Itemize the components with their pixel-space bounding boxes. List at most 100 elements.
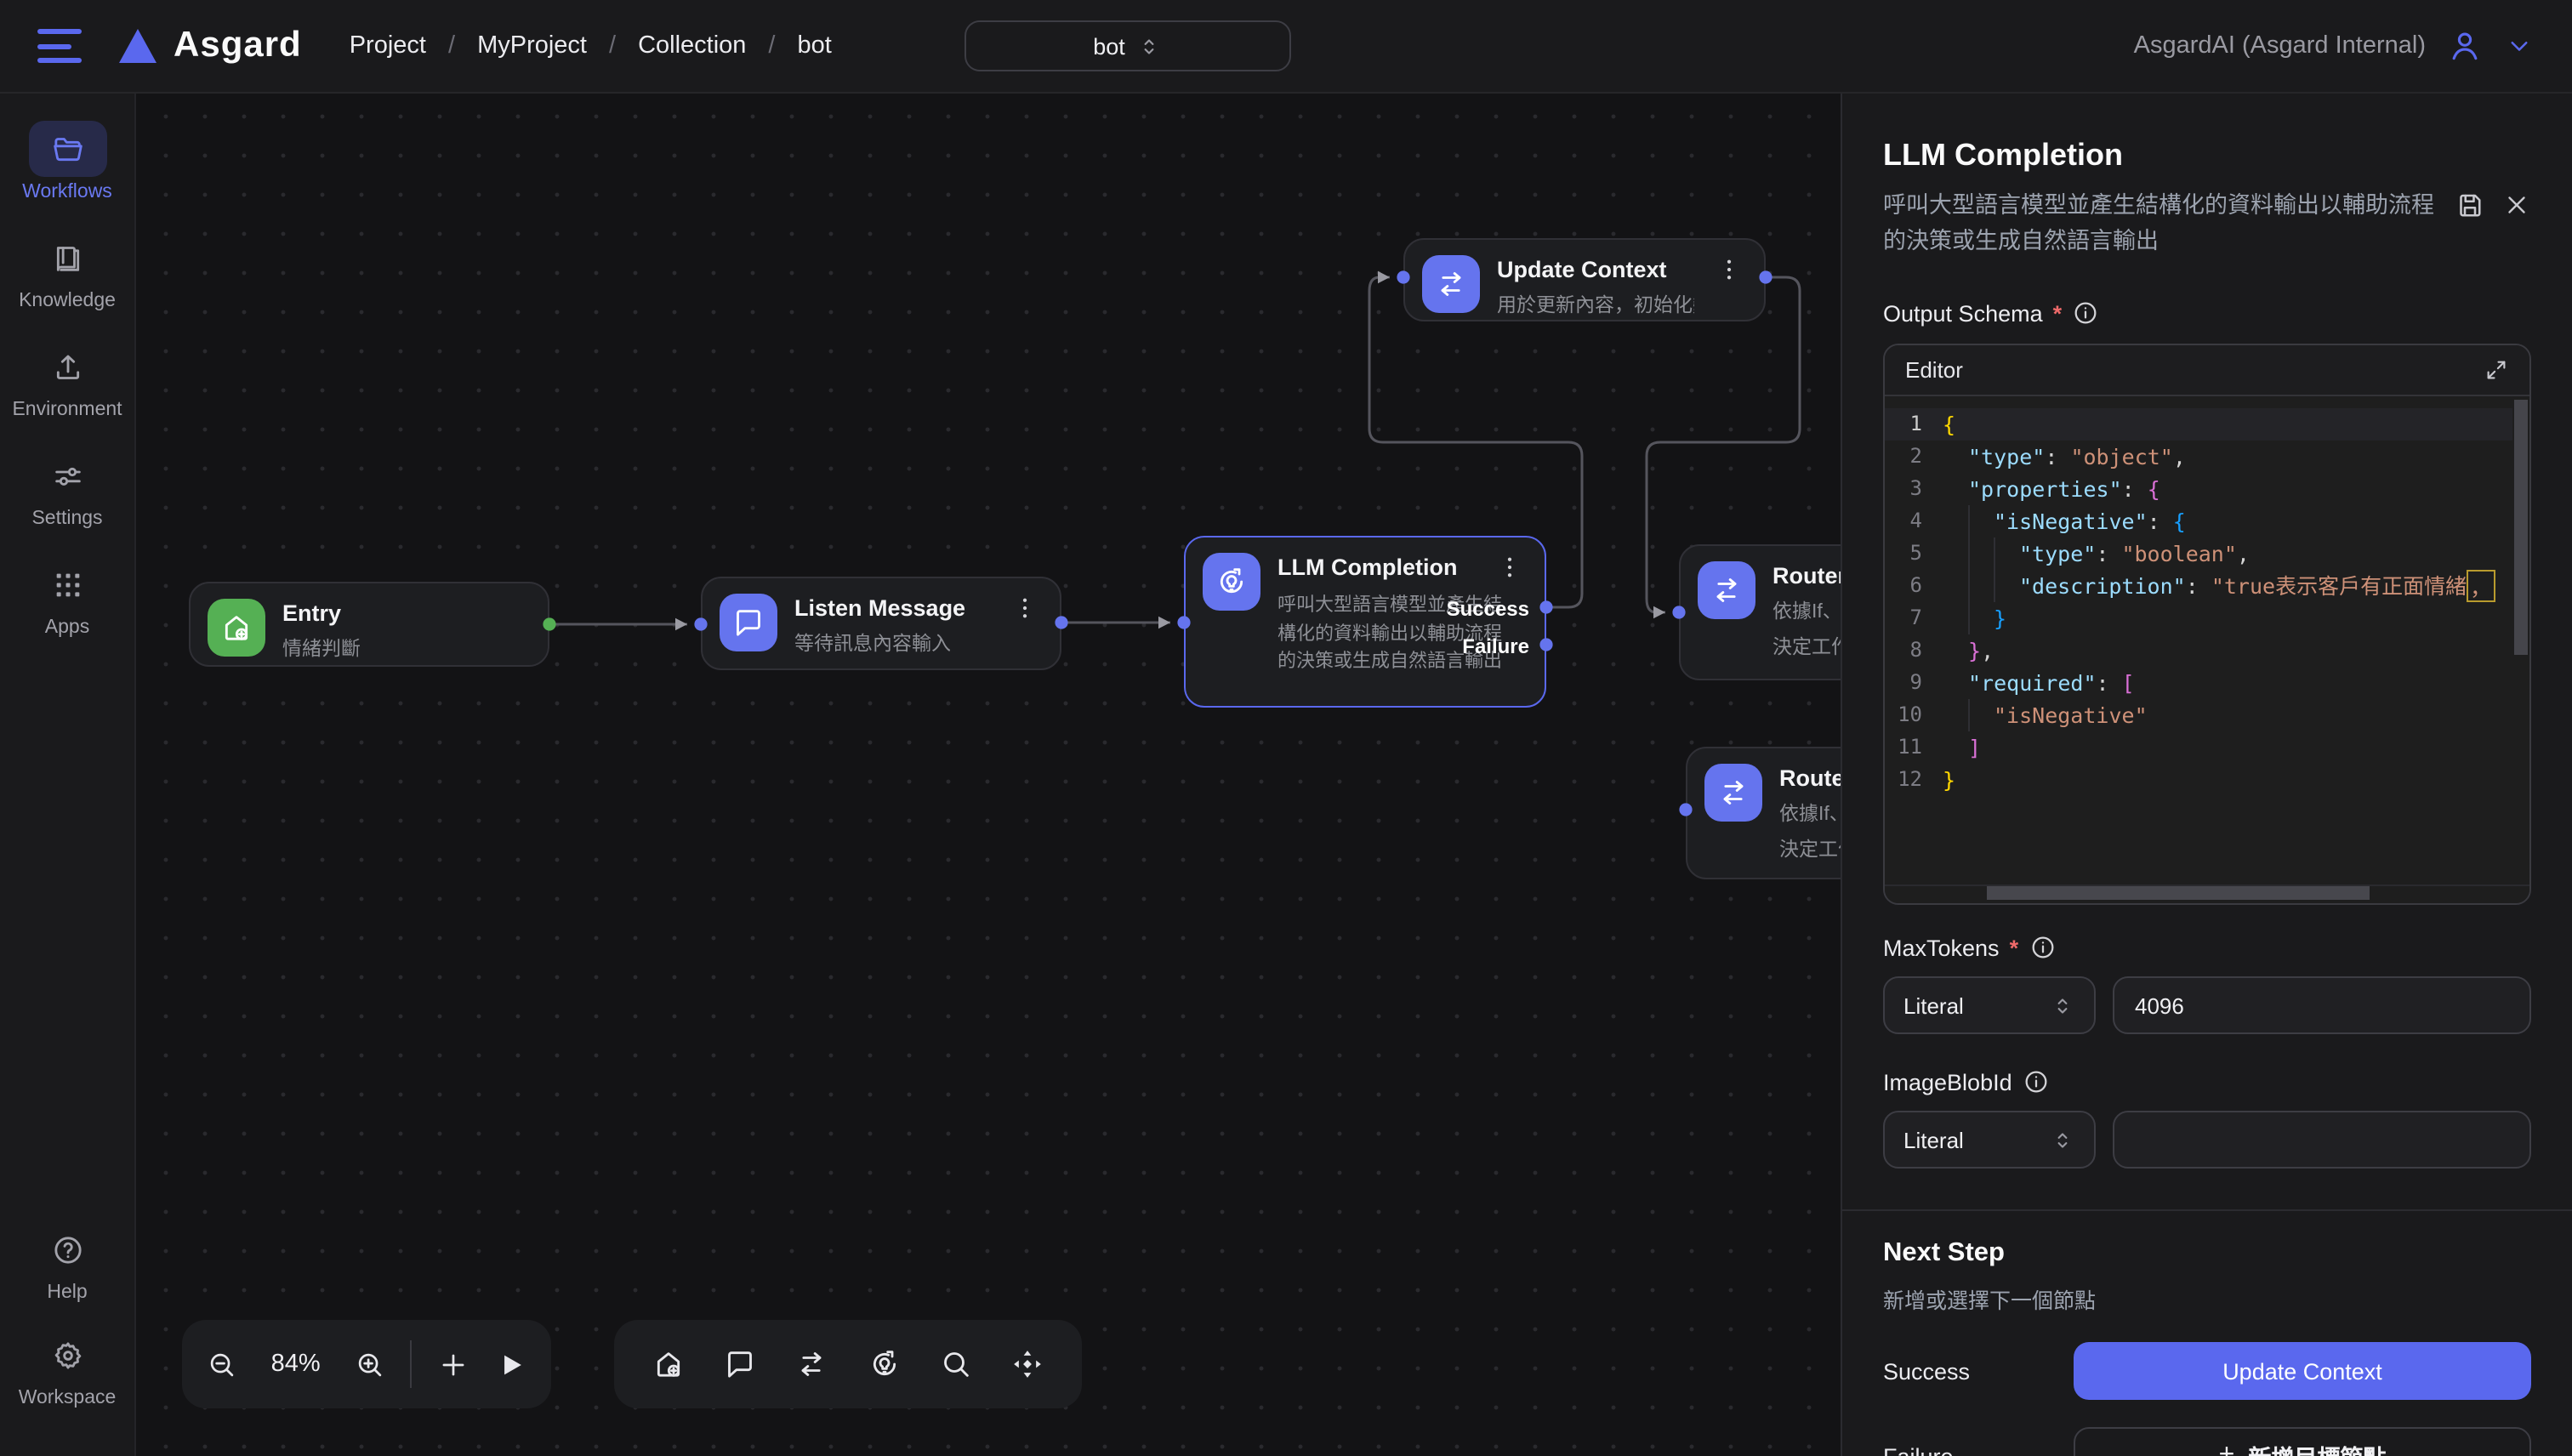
node-update-context[interactable]: Update Context 用於更新內容，初始化變數 (1403, 238, 1766, 321)
zoom-out-button[interactable] (206, 1348, 238, 1380)
next-step-title: Next Step (1883, 1238, 2531, 1269)
next-step-subtitle: 新增或選擇下一個節點 (1883, 1283, 2531, 1315)
line-number: 2 (1885, 441, 1943, 473)
node-title: Listen Message (794, 595, 990, 621)
node-listen-message[interactable]: Listen Message等待訊息內容輸入 (701, 577, 1061, 670)
code-line[interactable]: 1{ (1885, 408, 2512, 441)
code-line[interactable]: 11] (1885, 731, 2512, 764)
sidebar-item-apps[interactable]: Apps (12, 556, 122, 638)
add-button[interactable] (437, 1348, 469, 1380)
output-port-label-failure[interactable]: Failure (1462, 634, 1529, 658)
expand-icon[interactable] (2484, 357, 2509, 383)
sidebar-item-knowledge[interactable]: Knowledge (12, 230, 122, 311)
kebab-menu-icon[interactable] (1711, 255, 1747, 284)
code-line[interactable]: 2"type": "object", (1885, 441, 2512, 473)
sidebar-item-settings[interactable]: Settings (12, 447, 122, 529)
image-blob-id-label: ImageBlobId (1883, 1068, 2531, 1095)
breadcrumb-item-project[interactable]: Project (350, 32, 426, 60)
breadcrumb-item-collection[interactable]: Collection (638, 32, 746, 60)
top-navbar: Asgard Project/MyProject/Collection/bot … (0, 0, 2572, 94)
zoom-level: 84% (264, 1351, 328, 1378)
toolbar-chat-icon[interactable] (723, 1347, 757, 1381)
sidebar-item-label: Apps (45, 617, 89, 638)
code-line[interactable]: 6"description": "true表示客戶有正面情緒， (1885, 570, 2512, 602)
toolbar-home-plus-icon[interactable] (652, 1347, 686, 1381)
kebab-menu-icon[interactable] (1007, 594, 1043, 623)
code-line[interactable]: 4"isNegative": { (1885, 505, 2512, 537)
add-failure-target-button[interactable]: + 新增目標節點 (2074, 1427, 2531, 1456)
account-label: AsgardAI (Asgard Internal) (2134, 32, 2426, 60)
sidebar-item-environment[interactable]: Environment (12, 338, 122, 420)
info-icon[interactable] (2029, 934, 2056, 961)
folder-icon (28, 121, 106, 177)
info-icon[interactable] (2072, 299, 2099, 327)
line-number: 12 (1885, 764, 1943, 796)
image-blob-id-input[interactable] (2113, 1111, 2531, 1169)
toolbar-swap-icon[interactable] (795, 1347, 829, 1381)
line-number: 3 (1885, 473, 1943, 505)
line-number: 5 (1885, 537, 1943, 570)
line-number: 9 (1885, 667, 1943, 699)
sidebar-item-help[interactable]: Help (28, 1221, 106, 1303)
sidebar-item-workflows[interactable]: Workflows (12, 121, 122, 202)
zoom-in-button[interactable] (353, 1348, 385, 1380)
workflow-selector[interactable]: bot (964, 20, 1291, 71)
code-line[interactable]: 3"properties": { (1885, 473, 2512, 505)
node-title: Entry (282, 600, 531, 626)
max-tokens-input[interactable] (2113, 976, 2531, 1034)
breadcrumb-item-bot[interactable]: bot (797, 32, 831, 60)
editor-vertical-scrollbar[interactable] (2514, 400, 2528, 655)
plus-icon: + (2219, 1441, 2235, 1456)
toolbar-search-icon[interactable] (939, 1347, 973, 1381)
sliders-icon (28, 447, 106, 503)
menu-icon[interactable] (37, 29, 82, 63)
user-icon[interactable] (2446, 27, 2484, 65)
sidebar-item-label: Help (47, 1283, 87, 1303)
sidebar-item-label: Workspace (19, 1388, 117, 1408)
schema-editor[interactable]: Editor 1{2"type": "object",3"properties"… (1883, 344, 2531, 905)
toolbar-llm-icon[interactable] (867, 1347, 901, 1381)
code-line[interactable]: 10"isNegative" (1885, 699, 2512, 731)
toolbar-move-icon[interactable] (1010, 1347, 1044, 1381)
workflow-selector-value: bot (1093, 33, 1125, 59)
code-line[interactable]: 12} (1885, 764, 2512, 796)
section-divider (1842, 1209, 2572, 1211)
save-icon[interactable] (2455, 187, 2485, 221)
sidebar-item-workspace[interactable]: Workspace (19, 1327, 117, 1408)
line-number: 8 (1885, 634, 1943, 667)
edge-arrowhead (1378, 271, 1390, 283)
max-tokens-mode-select[interactable]: Literal (1883, 976, 2096, 1034)
output-port-label-success[interactable]: Success (1447, 597, 1529, 621)
editor-horizontal-scrollbar[interactable] (1987, 886, 2370, 900)
close-icon[interactable] (2502, 187, 2531, 219)
max-tokens-label: MaxTokens * (1883, 934, 2531, 961)
help-icon (28, 1221, 106, 1277)
code-area[interactable]: 1{2"type": "object",3"properties": {4"is… (1885, 398, 2512, 883)
run-button[interactable] (495, 1348, 527, 1380)
kebab-menu-icon[interactable] (1492, 553, 1528, 582)
image-blob-id-mode-select[interactable]: Literal (1883, 1111, 2096, 1169)
account-chevron-down-icon[interactable] (2504, 31, 2535, 61)
failure-row-label: Failure (1883, 1443, 2074, 1456)
success-target-button[interactable]: Update Context (2074, 1342, 2531, 1400)
node-entry[interactable]: Entry情緒判斷 (189, 582, 549, 667)
node-subtitle: 用於更新內容，初始化變數 (1497, 291, 1694, 318)
node-title: Update Context (1497, 257, 1694, 282)
info-icon[interactable] (2023, 1068, 2050, 1095)
line-number: 1 (1885, 408, 1943, 441)
code-line[interactable]: 8}, (1885, 634, 2512, 667)
breadcrumb-separator: / (448, 32, 455, 60)
node-title: LLM Completion (1277, 555, 1475, 580)
editor-title: Editor (1905, 357, 1963, 383)
node-llm-completion[interactable]: LLM Completion呼叫大型語言模型並產生結構化的資料輸出以輔助流程的決… (1184, 536, 1546, 708)
breadcrumb-item-myproject[interactable]: MyProject (477, 32, 587, 60)
code-line[interactable]: 9"required": [ (1885, 667, 2512, 699)
code-line[interactable]: 7} (1885, 602, 2512, 634)
home-plus-icon (208, 599, 265, 657)
gear-icon (28, 1327, 106, 1383)
asgard-workflow-editor: Asgard Project/MyProject/Collection/bot … (0, 0, 2572, 1456)
code-line[interactable]: 5"type": "boolean", (1885, 537, 2512, 570)
line-number: 11 (1885, 731, 1943, 764)
swap-icon (1422, 255, 1480, 313)
edge-arrowhead (1653, 606, 1665, 618)
